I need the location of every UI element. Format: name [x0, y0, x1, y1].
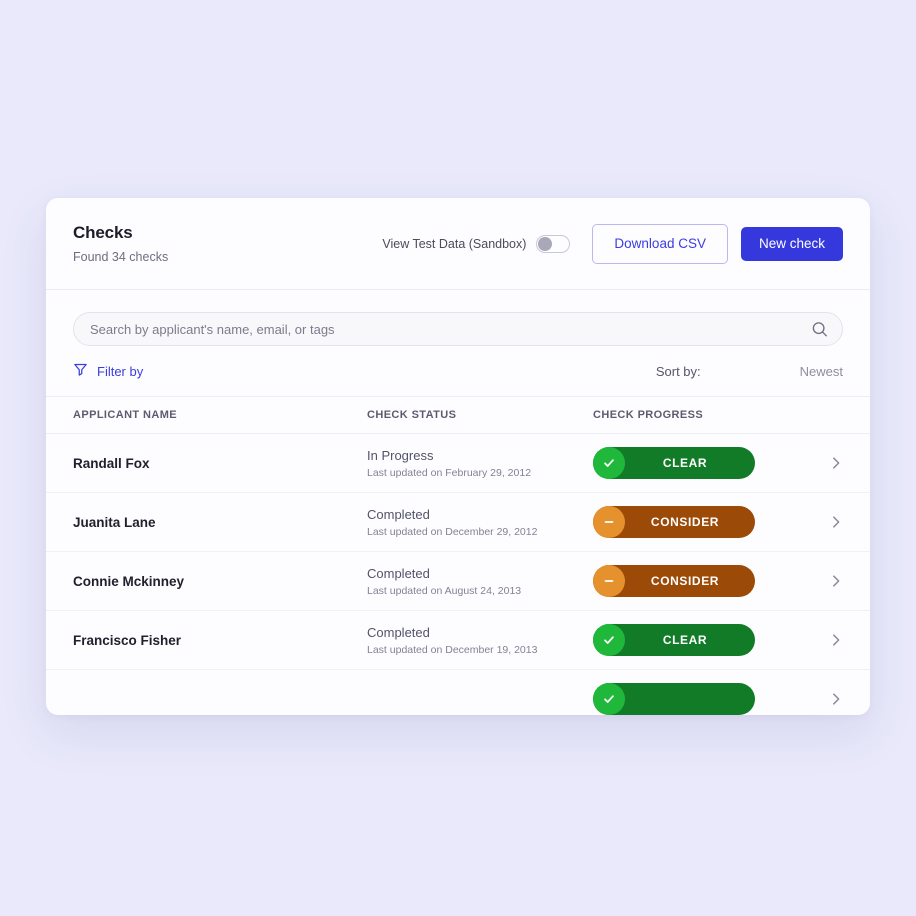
- status-badge: CONSIDER: [593, 565, 755, 597]
- status-badge-label: CONSIDER: [650, 574, 720, 588]
- filter-sort-row: Filter by Sort by: Newest: [46, 346, 870, 396]
- table-row[interactable]: Randall Fox In Progress Last updated on …: [46, 434, 870, 493]
- funnel-icon: [73, 362, 88, 380]
- row-check-status-cell: [367, 698, 593, 700]
- check-icon: [593, 683, 625, 715]
- filter-by-label: Filter by: [97, 363, 144, 379]
- checks-card: Checks Found 34 checks View Test Data (S…: [46, 198, 870, 715]
- applicant-name: Randall Fox: [73, 455, 150, 471]
- check-icon: [593, 624, 625, 656]
- row-applicant-name-cell: Connie Mckinney: [73, 574, 367, 589]
- chevron-right-icon[interactable]: [797, 515, 843, 529]
- table-row[interactable]: Connie Mckinney Completed Last updated o…: [46, 552, 870, 611]
- status-badge: [593, 683, 755, 715]
- row-check-progress-cell: CONSIDER: [593, 506, 797, 538]
- table-row[interactable]: Francisco Fisher Completed Last updated …: [46, 611, 870, 670]
- last-updated: Last updated on December 29, 2012: [367, 525, 538, 538]
- last-updated: Last updated on February 29, 2012: [367, 466, 532, 479]
- filter-by-button[interactable]: Filter by: [73, 362, 143, 380]
- page-title: Checks: [73, 223, 133, 242]
- column-header-applicant-name: APPLICANT NAME: [73, 409, 177, 421]
- status-badge: CONSIDER: [593, 506, 755, 538]
- sandbox-toggle-label: View Test Data (Sandbox): [382, 236, 527, 251]
- search-input[interactable]: [74, 321, 842, 337]
- row-applicant-name-cell: Juanita Lane: [73, 515, 367, 530]
- table-row[interactable]: [46, 670, 870, 715]
- chevron-right-icon[interactable]: [797, 692, 843, 706]
- sort-by-label: Sort by:: [655, 363, 701, 379]
- check-status: In Progress: [367, 447, 434, 463]
- header-titles: Checks Found 34 checks: [73, 222, 382, 265]
- row-check-status-cell: Completed Last updated on August 24, 201…: [367, 565, 593, 598]
- row-check-progress-cell: CLEAR: [593, 447, 797, 479]
- search-box[interactable]: [73, 312, 843, 346]
- check-status: Completed: [367, 506, 430, 522]
- table-row[interactable]: Juanita Lane Completed Last updated on D…: [46, 493, 870, 552]
- chevron-right-icon[interactable]: [797, 574, 843, 588]
- sort-by-value[interactable]: Newest: [800, 364, 843, 379]
- row-check-progress-cell: CONSIDER: [593, 565, 797, 597]
- status-badge: CLEAR: [593, 447, 755, 479]
- check-status: Completed: [367, 565, 430, 581]
- applicant-name: Juanita Lane: [73, 514, 156, 530]
- row-check-progress-cell: CLEAR: [593, 624, 797, 656]
- row-check-status-cell: Completed Last updated on December 19, 2…: [367, 624, 593, 657]
- search-zone: [46, 290, 870, 346]
- status-badge-label: CLEAR: [662, 633, 708, 647]
- column-header-check-status: CHECK STATUS: [367, 409, 457, 421]
- status-badge: CLEAR: [593, 624, 755, 656]
- checks-count-subtitle: Found 34 checks: [73, 250, 169, 264]
- status-badge-label: CLEAR: [662, 456, 708, 470]
- last-updated: Last updated on August 24, 2013: [367, 584, 522, 597]
- minus-icon: [593, 506, 625, 538]
- download-csv-button[interactable]: Download CSV: [592, 223, 728, 264]
- applicant-name: Connie Mckinney: [73, 573, 185, 589]
- row-check-status-cell: Completed Last updated on December 29, 2…: [367, 506, 593, 539]
- last-updated: Last updated on December 19, 2013: [367, 643, 538, 656]
- table-header-row: APPLICANT NAME CHECK STATUS CHECK PROGRE…: [46, 396, 870, 434]
- chevron-right-icon[interactable]: [797, 456, 843, 470]
- header-actions: View Test Data (Sandbox) Download CSV Ne…: [382, 223, 843, 264]
- toggle-knob: [538, 236, 553, 251]
- check-status: Completed: [367, 624, 430, 640]
- card-header: Checks Found 34 checks View Test Data (S…: [46, 198, 870, 290]
- column-header-check-progress: CHECK PROGRESS: [593, 409, 704, 421]
- minus-icon: [593, 565, 625, 597]
- new-check-button[interactable]: New check: [740, 226, 843, 261]
- row-applicant-name-cell: Randall Fox: [73, 456, 367, 471]
- check-icon: [593, 447, 625, 479]
- applicant-name: Francisco Fisher: [73, 632, 182, 648]
- row-applicant-name-cell: Francisco Fisher: [73, 633, 367, 648]
- search-icon[interactable]: [811, 321, 828, 338]
- chevron-right-icon[interactable]: [797, 633, 843, 647]
- sandbox-toggle-switch[interactable]: [536, 234, 571, 253]
- sandbox-toggle-group: View Test Data (Sandbox): [382, 234, 571, 253]
- status-badge-label: CONSIDER: [650, 515, 720, 529]
- row-check-status-cell: In Progress Last updated on February 29,…: [367, 447, 593, 480]
- row-check-progress-cell: [593, 683, 797, 715]
